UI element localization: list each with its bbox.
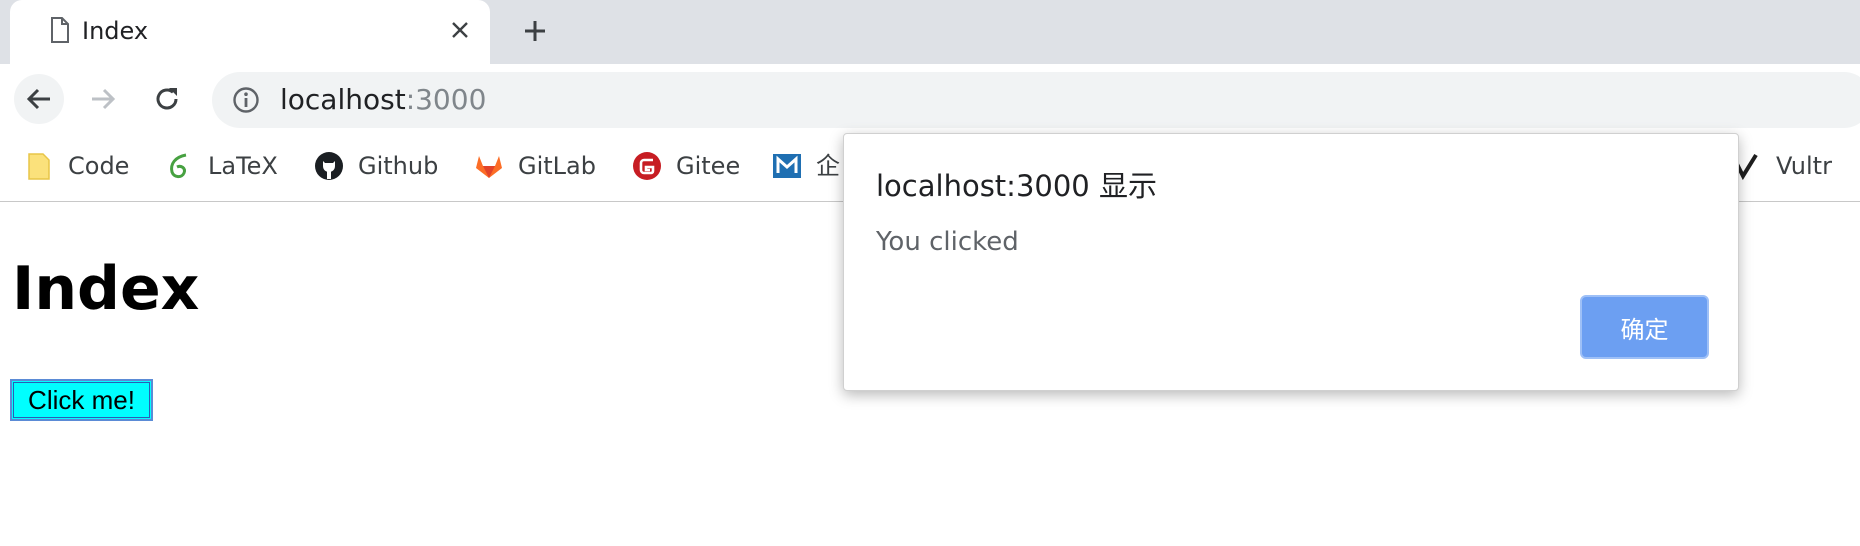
bookmark-code[interactable]: Code [24, 148, 129, 184]
click-me-button[interactable]: Click me! [10, 379, 153, 421]
reload-icon[interactable] [142, 74, 192, 124]
info-icon[interactable] [232, 86, 260, 114]
bookmark-label: Github [358, 152, 439, 180]
bookmark-label: Code [68, 152, 130, 180]
toolbar: localhost:3000 [0, 64, 1860, 134]
bookmark-label: 企 [816, 152, 840, 180]
gitlab-icon [474, 151, 504, 181]
tab-index[interactable]: Index [10, 0, 490, 64]
overleaf-icon [164, 151, 194, 181]
bookmark-gitlab[interactable]: GitLab [474, 148, 596, 184]
new-tab-icon[interactable] [518, 14, 552, 48]
back-arrow-icon[interactable] [14, 74, 64, 124]
url-port: :3000 [405, 83, 487, 116]
bookmark-blue-icon [772, 151, 802, 181]
dialog-message: You clicked [876, 227, 1019, 257]
url-text: localhost:3000 [280, 84, 486, 116]
bookmark-github[interactable]: Github [314, 148, 438, 184]
bookmark-latex[interactable]: LaTeX [164, 148, 278, 184]
address-bar[interactable]: localhost:3000 [212, 72, 1860, 128]
bookmark-gitee[interactable]: Gitee [632, 148, 740, 184]
bookmark-vultr[interactable]: Vultr [1732, 148, 1832, 184]
close-icon[interactable] [446, 16, 474, 44]
ok-button[interactable]: 确定 [1580, 295, 1709, 359]
bookmark-label: GitLab [518, 152, 596, 180]
tab-title: Index [82, 17, 149, 45]
gitee-icon [632, 151, 662, 181]
dialog-title: localhost:3000 显示 [876, 169, 1157, 203]
bookmark-label: Vultr [1776, 152, 1832, 180]
alert-dialog: localhost:3000 显示 You clicked 确定 [843, 133, 1739, 391]
folder-icon [24, 151, 54, 181]
page-icon [50, 17, 70, 43]
url-host: localhost [280, 83, 406, 116]
tab-strip: Index [0, 0, 1860, 64]
bookmark-qi[interactable]: 企 [772, 148, 840, 184]
bookmark-label: Gitee [676, 152, 741, 180]
forward-arrow-icon[interactable] [78, 74, 128, 124]
github-icon [314, 151, 344, 181]
bookmark-label: LaTeX [208, 152, 278, 180]
page-title: Index [12, 254, 200, 324]
